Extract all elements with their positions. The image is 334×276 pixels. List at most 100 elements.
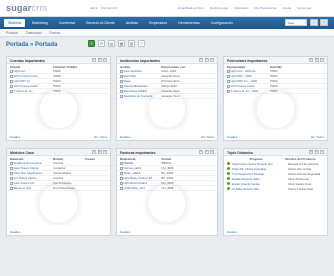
dashlet-footer-link[interactable]: Detalles	[10, 135, 20, 139]
subtab-portada[interactable]: Portada	[6, 31, 18, 35]
edit-icon[interactable]: ✎	[92, 58, 96, 62]
checkbox[interactable]	[120, 80, 123, 83]
column-header[interactable]: Referencia	[120, 157, 161, 161]
list-item[interactable]: Ticket ML Clínica Llamadas Oferta Jefe Ve…	[224, 166, 327, 171]
close-icon[interactable]: ×	[210, 150, 214, 154]
header-link-logout[interactable]: Cerrar ses	[297, 6, 311, 10]
column-header[interactable]: Relacionado con	[161, 65, 192, 69]
dashlet-footer-view[interactable]: Ver: Todos	[94, 135, 107, 139]
checkbox[interactable]	[120, 162, 123, 165]
column-header[interactable]: Cuenta	[10, 65, 53, 69]
header-link-help[interactable]: Ayuda	[283, 6, 291, 10]
column-header[interactable]: Elemento	[10, 157, 53, 161]
dashlet-footer-link[interactable]: Detalles	[120, 230, 130, 234]
checkbox[interactable]	[10, 80, 13, 83]
checkbox[interactable]	[10, 90, 13, 93]
header-link-preferences[interactable]: Mis Preferencias	[254, 6, 276, 10]
checkbox[interactable]	[120, 95, 123, 98]
header-link-email[interactable]: Email Backup Filter	[178, 6, 204, 10]
edit-icon[interactable]: ✎	[309, 150, 313, 154]
checkbox[interactable]	[120, 172, 123, 175]
checkbox[interactable]	[120, 167, 123, 170]
column-header[interactable]: Cantidad Total(€)	[53, 65, 85, 69]
column-header[interactable]: Pedido	[161, 157, 192, 161]
checkbox[interactable]	[120, 90, 123, 93]
list-item[interactable]: La Taller Servicio 300 Oferta 3 Horas Gat…	[224, 186, 327, 191]
search-input[interactable]: Sear	[285, 19, 307, 26]
header-link-legal[interactable]: Módulo Legal	[210, 6, 228, 10]
checkbox[interactable]	[10, 182, 13, 185]
dashlet-footer-link[interactable]: Detalles	[227, 135, 237, 139]
refresh-icon[interactable]: ↻	[204, 58, 209, 62]
nav-item-analisis[interactable]: Análisis	[122, 19, 142, 27]
checkbox[interactable]	[227, 75, 230, 78]
list-item[interactable]: Desafío Reporte Taller Clinic Preferente	[224, 176, 327, 181]
dashlet-footer-view[interactable]: Ver: Todos	[201, 135, 214, 139]
list-item[interactable]: Seguimiento Sector Deporte Hoy Etiqueta 2…	[224, 161, 327, 166]
nav-item-herramientas[interactable]: Herramientas	[174, 19, 204, 27]
dashlet-footer-link[interactable]: Detalles	[227, 230, 237, 234]
checkbox[interactable]	[120, 75, 123, 78]
checkbox[interactable]	[10, 75, 13, 78]
edit-icon[interactable]: ✎	[199, 58, 203, 62]
refresh-icon[interactable]: ↻	[204, 150, 209, 154]
checkbox[interactable]	[120, 187, 123, 190]
column-header[interactable]: Proyecto	[227, 157, 285, 161]
app-logo[interactable]: sugarcrm	[6, 3, 47, 13]
nav-item-comercial[interactable]: Comercial	[55, 19, 79, 27]
column-header[interactable]: Asunto	[120, 65, 161, 69]
refresh-icon[interactable]: ↻	[97, 58, 102, 62]
print-icon[interactable]: ▤	[108, 40, 115, 47]
refresh-icon[interactable]: ⟳	[98, 40, 105, 47]
subtab-calendario[interactable]: Calendario	[26, 31, 42, 35]
refresh-icon[interactable]: ↻	[97, 150, 102, 154]
checkbox[interactable]	[227, 80, 230, 83]
checkbox[interactable]	[120, 70, 123, 73]
dashlet-footer-link[interactable]: Detalles	[120, 135, 130, 139]
layout-icon[interactable]: ▥	[128, 40, 135, 47]
refresh-icon[interactable]: ↻	[314, 150, 319, 154]
nav-item-configuracion[interactable]: Configuración	[207, 19, 237, 27]
checkbox[interactable]	[120, 85, 123, 88]
column-header[interactable]: Suma(€)	[270, 65, 302, 69]
add-dashlet-icon[interactable]: +	[88, 40, 95, 47]
edit-icon[interactable]: ✎	[199, 150, 203, 154]
column-header[interactable]: Módulo	[53, 157, 85, 161]
search-button[interactable]: ⌕	[310, 19, 318, 26]
help-icon[interactable]: ?	[138, 40, 145, 47]
close-icon[interactable]: ×	[103, 150, 107, 154]
checkbox[interactable]	[227, 70, 230, 73]
checkbox[interactable]	[10, 167, 13, 170]
column-header[interactable]: Oportunidad	[227, 65, 270, 69]
close-icon[interactable]: ×	[103, 58, 107, 62]
checkbox[interactable]	[227, 85, 230, 88]
checkbox[interactable]	[120, 177, 123, 180]
checkbox[interactable]	[10, 172, 13, 175]
checkbox[interactable]	[10, 187, 13, 190]
list-item[interactable]: TCC Reparación Tonelaje Oferta Clientes S…	[224, 171, 327, 176]
checkbox[interactable]	[10, 85, 13, 88]
checkbox[interactable]	[120, 182, 123, 185]
column-header[interactable]: Nombre del Producto	[285, 157, 324, 161]
nav-item-sistema[interactable]: Sistema	[4, 19, 25, 27]
edit-icon[interactable]: ✎	[92, 150, 96, 154]
checkbox[interactable]	[10, 177, 13, 180]
subtab-fuerza[interactable]: Fuerza	[50, 31, 60, 35]
header-link-calendar[interactable]: Calendario	[234, 6, 249, 10]
column-header[interactable]: Creado	[85, 157, 107, 161]
edit-icon[interactable]: ✎	[309, 58, 313, 62]
nav-item-servicio[interactable]: Servicio al Cliente	[82, 19, 119, 27]
close-icon[interactable]: ×	[210, 58, 214, 62]
close-icon[interactable]: ×	[320, 58, 324, 62]
list-item[interactable]: Enviar Cola de Ventas Clinic Gastos Cero	[224, 181, 327, 186]
dashlet-footer-link[interactable]: Detalles	[10, 230, 20, 234]
menu-icon[interactable]: ≡	[320, 19, 328, 26]
nav-item-empleados[interactable]: Empleados	[145, 19, 171, 27]
nav-item-marketing[interactable]: Marketing	[28, 19, 52, 27]
checkbox[interactable]	[227, 90, 230, 93]
checkbox[interactable]	[10, 162, 13, 165]
dashlet-footer-view[interactable]: Ver: Todos	[311, 135, 324, 139]
refresh-icon[interactable]: ↻	[314, 58, 319, 62]
calendar-icon[interactable]: ▦	[118, 40, 125, 47]
checkbox[interactable]	[10, 70, 13, 73]
